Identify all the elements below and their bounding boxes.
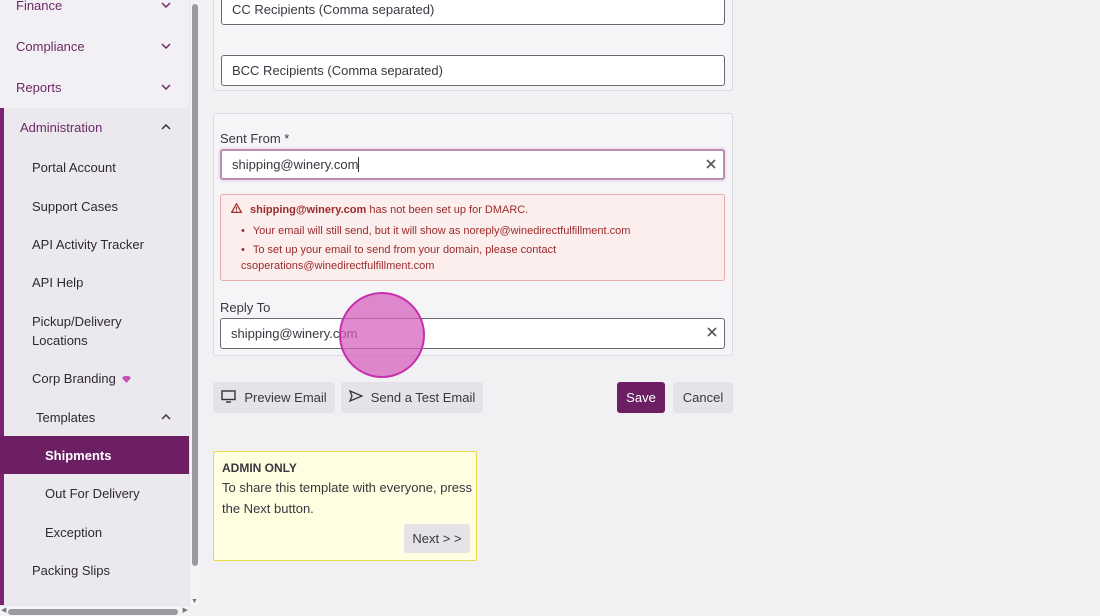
sidebar-item-api-activity-tracker[interactable]: API Activity Tracker — [0, 232, 189, 256]
sidebar-item-corp-branding[interactable]: Corp Branding — [0, 366, 189, 390]
sidebar-item-api-help[interactable]: API Help — [0, 270, 189, 294]
monitor-icon — [221, 389, 237, 406]
sidebar-item-label: Pickup/Delivery Locations — [32, 314, 122, 348]
sidebar-item-label: Exception — [45, 524, 103, 540]
admin-only-title: ADMIN ONLY — [222, 461, 297, 475]
warning-icon — [230, 202, 243, 216]
sidebar-item-shipments[interactable]: Shipments — [0, 436, 189, 474]
cc-recipients-placeholder: CC Recipients (Comma separated) — [232, 2, 435, 17]
clear-icon[interactable] — [705, 158, 717, 170]
click-indicator — [339, 292, 425, 378]
gem-icon — [121, 371, 131, 386]
sidebar-item-reports[interactable]: Reports — [0, 75, 189, 99]
sidebar-item-administration[interactable]: Administration — [0, 115, 189, 139]
scroll-down-arrow-icon[interactable]: ▼ — [191, 598, 198, 605]
admin-only-message: To share this template with everyone, pr… — [222, 480, 473, 516]
send-test-email-button[interactable]: Send a Test Email — [341, 382, 483, 413]
sidebar-item-label: Reports — [16, 79, 62, 95]
sidebar-item-packing-slips[interactable]: Packing Slips — [0, 558, 189, 582]
cc-recipients-input[interactable]: CC Recipients (Comma separated) — [221, 0, 725, 25]
alert-bullet-2: To set up your email to send from your d… — [241, 244, 556, 256]
sidebar-item-label: Finance — [16, 0, 63, 13]
save-button[interactable]: Save — [617, 382, 665, 413]
preview-email-button[interactable]: Preview Email — [213, 382, 335, 413]
chevron-down-icon — [161, 2, 171, 8]
preview-email-label: Preview Email — [244, 390, 327, 405]
reply-to-input[interactable]: shipping@winery.com — [220, 318, 725, 349]
recipients-card: CC Recipients (Comma separated) BCC Reci… — [213, 0, 733, 91]
send-test-email-label: Send a Test Email — [370, 390, 476, 405]
alert-bullet-1: Your email will still send, but it will … — [241, 225, 631, 237]
sent-from-value: shipping@winery.com — [232, 157, 359, 172]
text-cursor — [358, 157, 360, 172]
sidebar-item-label: Out For Delivery — [45, 485, 140, 501]
scroll-right-arrow-icon[interactable]: ▶ — [183, 606, 188, 614]
sidebar-item-label: Compliance — [16, 38, 85, 54]
dmarc-warning-alert: shipping@winery.com has not been set up … — [220, 194, 725, 281]
sidebar-item-label: Support Cases — [32, 198, 118, 214]
sidebar: Finance Compliance Reports Administratio… — [0, 0, 189, 605]
sent-from-label: Sent From * — [220, 131, 290, 146]
sidebar-vertical-scrollbar[interactable]: ▼ — [189, 0, 199, 605]
sent-from-input[interactable]: shipping@winery.com — [220, 149, 725, 180]
sidebar-item-label: API Help — [32, 274, 84, 290]
send-icon — [348, 389, 364, 405]
sidebar-item-label: Templates — [36, 409, 96, 425]
next-button[interactable]: Next > > — [404, 524, 470, 553]
chevron-up-icon — [161, 124, 171, 130]
scrollbar-thumb[interactable] — [8, 609, 178, 615]
chevron-down-icon — [161, 84, 171, 90]
alert-message: has not been set up for DMARC. — [369, 203, 529, 216]
reply-to-label: Reply To — [220, 300, 271, 315]
bcc-recipients-input[interactable]: BCC Recipients (Comma separated) — [221, 55, 725, 86]
sidebar-item-label: Corp Branding — [32, 370, 116, 386]
sidebar-item-label: Administration — [20, 119, 103, 135]
bcc-recipients-placeholder: BCC Recipients (Comma separated) — [232, 63, 443, 78]
alert-email: shipping@winery.com — [250, 203, 367, 216]
sidebar-item-out-for-delivery[interactable]: Out For Delivery — [0, 481, 189, 505]
sidebar-item-label: Packing Slips — [32, 562, 111, 578]
sidebar-item-label: Shipments — [45, 447, 112, 463]
sidebar-item-portal-account[interactable]: Portal Account — [0, 155, 189, 179]
sidebar-horizontal-scrollbar[interactable]: ◀ ▶ — [0, 605, 189, 616]
chevron-up-icon — [161, 414, 171, 420]
sidebar-item-pickup-delivery-locations[interactable]: Pickup/Delivery Locations — [0, 311, 160, 351]
sidebar-item-exception[interactable]: Exception — [0, 520, 189, 544]
sidebar-item-support-cases[interactable]: Support Cases — [0, 194, 189, 218]
sidebar-item-label: Portal Account — [32, 159, 116, 175]
sidebar-item-label: API Activity Tracker — [32, 236, 144, 252]
chevron-down-icon — [161, 43, 171, 49]
cancel-button[interactable]: Cancel — [673, 382, 733, 413]
admin-only-panel: ADMIN ONLY To share this template with e… — [213, 451, 477, 561]
scrollbar-thumb[interactable] — [192, 4, 198, 566]
sidebar-item-finance[interactable]: Finance — [0, 0, 189, 16]
sidebar-item-templates[interactable]: Templates — [0, 398, 189, 436]
sidebar-item-compliance[interactable]: Compliance — [0, 34, 189, 58]
scroll-left-arrow-icon[interactable]: ◀ — [1, 606, 6, 614]
alert-contact-email: csoperations@winedirectfulfillment.com — [241, 260, 435, 272]
clear-icon[interactable] — [706, 326, 718, 338]
